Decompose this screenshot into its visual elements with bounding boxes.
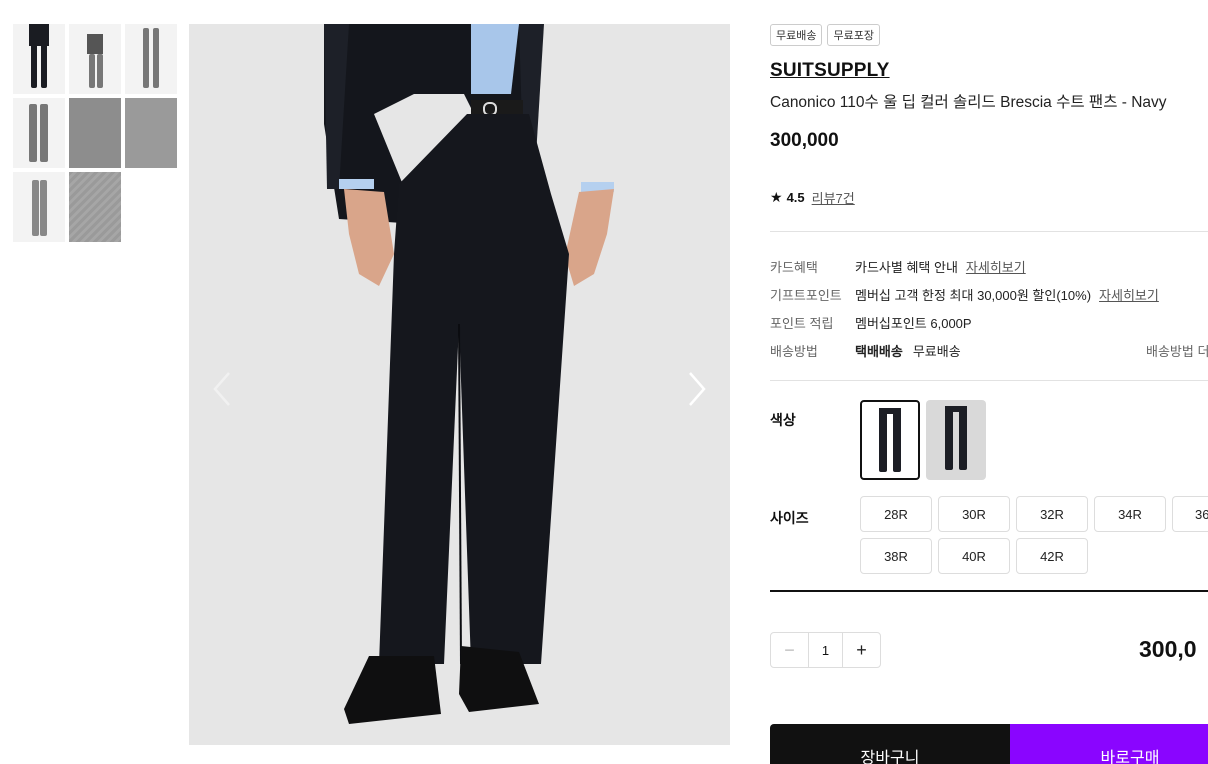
rating-row: ★ 4.5 리뷰7건 xyxy=(770,188,1208,207)
color-label: 색상 xyxy=(770,412,796,428)
card-benefit-link[interactable]: 자세히보기 xyxy=(966,257,1026,276)
size-option[interactable]: 34R xyxy=(1094,496,1166,532)
star-icon: ★ xyxy=(770,189,783,205)
benefit-info: 카드혜택 카드사별 혜택 안내 자세히보기 기프트포인트 멤버십 고객 한정 최… xyxy=(770,252,1208,364)
card-benefit-label: 카드혜택 xyxy=(770,259,818,275)
gift-point-link[interactable]: 자세히보기 xyxy=(1099,285,1159,304)
product-price: 300,000 xyxy=(770,130,839,151)
quantity-value[interactable]: 1 xyxy=(808,633,843,667)
brand-link[interactable]: SUITSUPPLY xyxy=(770,60,890,82)
thumbnail-1[interactable] xyxy=(13,24,65,94)
gift-point-value: 멤버십 고객 한정 최대 30,000원 할인(10%) xyxy=(855,287,1092,303)
thumbnail-8[interactable] xyxy=(69,172,121,242)
shipping-fee: 무료배송 xyxy=(912,343,961,359)
size-option[interactable]: 40R xyxy=(938,538,1010,574)
chevron-left-icon[interactable] xyxy=(209,369,239,409)
size-option[interactable]: 32R xyxy=(1016,496,1088,532)
divider xyxy=(770,590,1208,592)
size-option[interactable]: 28R xyxy=(860,496,932,532)
shipping-method: 택배배송 xyxy=(855,343,903,359)
plus-icon[interactable]: + xyxy=(843,633,880,667)
shipping-label: 배송방법 xyxy=(770,343,818,359)
point-label: 포인트 적립 xyxy=(770,315,834,331)
free-shipping-badge: 무료배송 xyxy=(770,24,823,46)
buy-now-button[interactable]: 바로구매 xyxy=(1010,724,1208,764)
product-title: Canonico 110수 울 딥 컬러 솔리드 Brescia 수트 팬츠 -… xyxy=(770,94,1167,111)
color-swatch-navy[interactable] xyxy=(860,400,920,480)
thumbnail-4[interactable] xyxy=(13,98,65,168)
gift-point-label: 기프트포인트 xyxy=(770,287,842,303)
thumbnail-6[interactable] xyxy=(125,98,177,168)
size-label: 사이즈 xyxy=(770,510,809,526)
quantity-stepper: − 1 + xyxy=(770,632,881,668)
size-option[interactable]: 30R xyxy=(938,496,1010,532)
thumbnail-3[interactable] xyxy=(125,24,177,94)
badge-list: 무료배송 무료포장 xyxy=(770,24,1208,46)
size-option[interactable]: 36 xyxy=(1172,496,1208,532)
review-link[interactable]: 리뷰7건 xyxy=(812,188,855,207)
total-price: 300,0 xyxy=(1139,636,1197,662)
shipping-more-link[interactable]: 배송방법 더 xyxy=(1146,341,1208,360)
minus-icon[interactable]: − xyxy=(771,633,808,667)
cart-button[interactable]: 장바구니 xyxy=(770,724,1010,764)
rating-score: 4.5 xyxy=(786,190,805,205)
divider xyxy=(770,380,1208,381)
product-info-panel: 무료배송 무료포장 SUITSUPPLY Canonico 110수 울 딥 컬… xyxy=(770,24,1208,764)
size-option[interactable]: 42R xyxy=(1016,538,1088,574)
thumbnail-2[interactable] xyxy=(69,24,121,94)
free-wrapping-badge: 무료포장 xyxy=(827,24,880,46)
chevron-right-icon[interactable] xyxy=(680,369,710,409)
point-row: 포인트 적립 멤버십포인트 6,000P xyxy=(770,308,1208,336)
main-product-image xyxy=(189,24,730,745)
thumbnail-7[interactable] xyxy=(13,172,65,242)
size-option[interactable]: 38R xyxy=(860,538,932,574)
color-swatch-dark[interactable] xyxy=(926,400,986,480)
model-illustration xyxy=(324,24,614,724)
thumbnail-5[interactable] xyxy=(69,98,121,168)
shipping-row: 배송방법 택배배송 무료배송 배송방법 더 xyxy=(770,336,1208,364)
card-benefit-value: 카드사별 혜택 안내 xyxy=(855,259,958,275)
card-benefit-row: 카드혜택 카드사별 혜택 안내 자세히보기 xyxy=(770,252,1208,280)
divider xyxy=(770,231,1208,232)
point-value: 멤버십포인트 6,000P xyxy=(855,315,972,331)
gift-point-row: 기프트포인트 멤버십 고객 한정 최대 30,000원 할인(10%) 자세히보… xyxy=(770,280,1208,308)
